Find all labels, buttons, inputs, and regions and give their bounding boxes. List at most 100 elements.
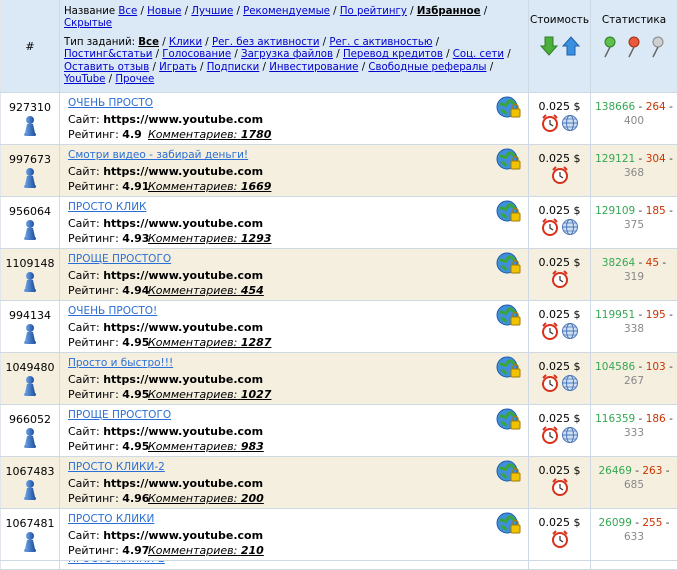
site-url: https://www.youtube.com	[103, 424, 264, 438]
task-title-link[interactable]: Просто и быстро!!!	[68, 357, 173, 369]
type-link-12[interactable]: Инвестирование	[269, 62, 358, 73]
task-id: 1067481	[5, 517, 55, 530]
globe-icon	[561, 426, 579, 447]
user-pawn-icon[interactable]	[1, 479, 59, 501]
task-title-link[interactable]: ПРОСТО КЛИКИ-2	[68, 461, 165, 473]
globe-lock-icon[interactable]	[496, 148, 522, 177]
globe-lock-icon[interactable]	[496, 460, 522, 489]
comments-link[interactable]: Комментариев: 1287	[148, 336, 271, 349]
site-label: Сайт:	[68, 164, 100, 178]
task-cost: 0.025 $	[528, 196, 591, 249]
comments-link[interactable]: Комментариев: 1669	[148, 180, 271, 193]
task-title-link[interactable]: Смотри видео - забирай деньги!	[68, 149, 248, 161]
site-url: https://www.youtube.com	[103, 216, 264, 230]
task-title-link[interactable]: ПРОСТО КЛИКИ-2	[68, 561, 165, 565]
type-link-6[interactable]: Загрузка файлов	[241, 49, 333, 60]
types-label: Тип заданий:	[64, 36, 136, 48]
pin-gray-icon[interactable]	[650, 36, 666, 58]
table-row: 956064 ПРОСТО КЛИК Сайт: https://www.youtu…	[0, 196, 678, 249]
task-stats: 116359 - 186 -333	[590, 404, 678, 457]
sort-link-3[interactable]: Рекомендуемые	[243, 6, 330, 17]
type-link-7[interactable]: Перевод кредитов	[343, 49, 443, 60]
task-title-link[interactable]: ОЧЕНЬ ПРОСТО	[68, 97, 153, 109]
task-cost: 0.025 $	[528, 456, 591, 509]
type-link-0[interactable]: Все	[138, 37, 159, 48]
cost-header-label: Стоимость	[529, 14, 590, 26]
type-link-11[interactable]: Подписки	[207, 62, 260, 73]
task-title-link[interactable]: ПРОСТО КЛИКИ	[68, 513, 154, 525]
type-link-3[interactable]: Рег. с активностью	[329, 37, 432, 48]
user-pawn-icon[interactable]	[1, 531, 59, 553]
sort-up-icon[interactable]	[561, 36, 580, 56]
task-cost: 0.025 $	[528, 508, 591, 561]
comments-link[interactable]: Комментариев: 200	[148, 492, 264, 505]
globe-lock-icon[interactable]	[496, 356, 522, 385]
column-stats: Статистика	[590, 0, 678, 93]
type-link-4[interactable]: Постинг&статьи	[64, 49, 152, 60]
task-title-link[interactable]: ПРОЩЕ ПРОСТОГО	[68, 409, 171, 421]
comments-label: Комментариев:	[148, 388, 238, 401]
stat-bad: 255	[642, 517, 663, 529]
user-pawn-icon[interactable]	[1, 219, 59, 241]
site-url: https://www.youtube.com	[103, 528, 264, 542]
sort-link-6[interactable]: Скрытые	[64, 18, 112, 29]
site-label: Сайт:	[68, 424, 100, 438]
user-pawn-icon[interactable]	[1, 375, 59, 397]
type-link-9[interactable]: Оставить отзыв	[64, 62, 149, 73]
site-label: Сайт:	[68, 372, 100, 386]
sort-link-4[interactable]: По рейтингу	[340, 6, 407, 17]
globe-icon	[561, 114, 579, 135]
type-link-1[interactable]: Клики	[169, 37, 202, 48]
globe-lock-icon[interactable]	[496, 252, 522, 281]
rating-label: Рейтинг:	[68, 440, 119, 453]
globe-lock-icon[interactable]	[496, 96, 522, 125]
user-pawn-icon[interactable]	[1, 167, 59, 189]
comments-link[interactable]: Комментариев: 1293	[148, 232, 271, 245]
stat-ok: 26469	[598, 465, 632, 477]
stat-rest: 633	[623, 531, 645, 543]
type-link-14[interactable]: YouTube	[64, 74, 105, 85]
globe-lock-icon[interactable]	[496, 512, 522, 541]
rating-value: 4.95	[122, 440, 150, 453]
comments-link[interactable]: Комментариев: 210	[148, 544, 264, 557]
stat-rest: 375	[623, 219, 645, 231]
comments-link[interactable]: Комментариев: 454	[148, 284, 264, 297]
pin-green-icon[interactable]	[602, 36, 618, 58]
type-link-15[interactable]: Прочее	[115, 74, 154, 85]
user-pawn-icon[interactable]	[1, 323, 59, 345]
globe-lock-icon[interactable]	[496, 304, 522, 333]
type-link-10[interactable]: Играть	[159, 62, 197, 73]
sort-link-0[interactable]: Все	[118, 6, 137, 17]
comments-link[interactable]: Комментариев: 1780	[148, 128, 271, 141]
type-link-5[interactable]: Голосование	[162, 49, 231, 60]
globe-lock-icon[interactable]	[496, 200, 522, 229]
sort-down-icon[interactable]	[539, 36, 558, 56]
task-id-cell: 1109148	[0, 248, 60, 301]
user-pawn-icon[interactable]	[1, 115, 59, 137]
sort-link-5[interactable]: Избранное	[417, 6, 481, 17]
type-link-2[interactable]: Рег. без активности	[212, 37, 319, 48]
table-row: 997673 Смотри видео - забирай деньги! Сайт…	[0, 144, 678, 197]
type-link-13[interactable]: Свободные рефералы	[368, 62, 486, 73]
sort-link-2[interactable]: Лучшие	[191, 6, 233, 17]
comments-label: Комментариев:	[148, 440, 238, 453]
stats-header-label: Статистика	[601, 14, 667, 26]
globe-lock-icon[interactable]	[496, 408, 522, 437]
task-title-link[interactable]: ПРОЩЕ ПРОСТОГО	[68, 253, 171, 265]
rating-value: 4.97	[122, 544, 150, 557]
stat-bad: 103	[645, 361, 666, 373]
pin-red-icon[interactable]	[626, 36, 642, 58]
stat-bad: 304	[645, 153, 666, 165]
task-id: 927310	[9, 101, 51, 114]
user-pawn-icon[interactable]	[1, 427, 59, 449]
task-title-link[interactable]: ОЧЕНЬ ПРОСТО!	[68, 305, 157, 317]
stat-ok: 119951	[595, 309, 636, 321]
comments-link[interactable]: Комментариев: 983	[148, 440, 264, 453]
user-pawn-icon[interactable]	[1, 271, 59, 293]
comments-link[interactable]: Комментариев: 1027	[148, 388, 271, 401]
sort-link-1[interactable]: Новые	[147, 6, 181, 17]
type-link-8[interactable]: Соц. сети	[453, 49, 504, 60]
task-description: ПРОСТО КЛИКИ-2 Сайт: https://www.youtube.…	[59, 456, 529, 509]
task-id-cell: 956064	[0, 196, 60, 249]
task-title-link[interactable]: ПРОСТО КЛИК	[68, 201, 147, 213]
